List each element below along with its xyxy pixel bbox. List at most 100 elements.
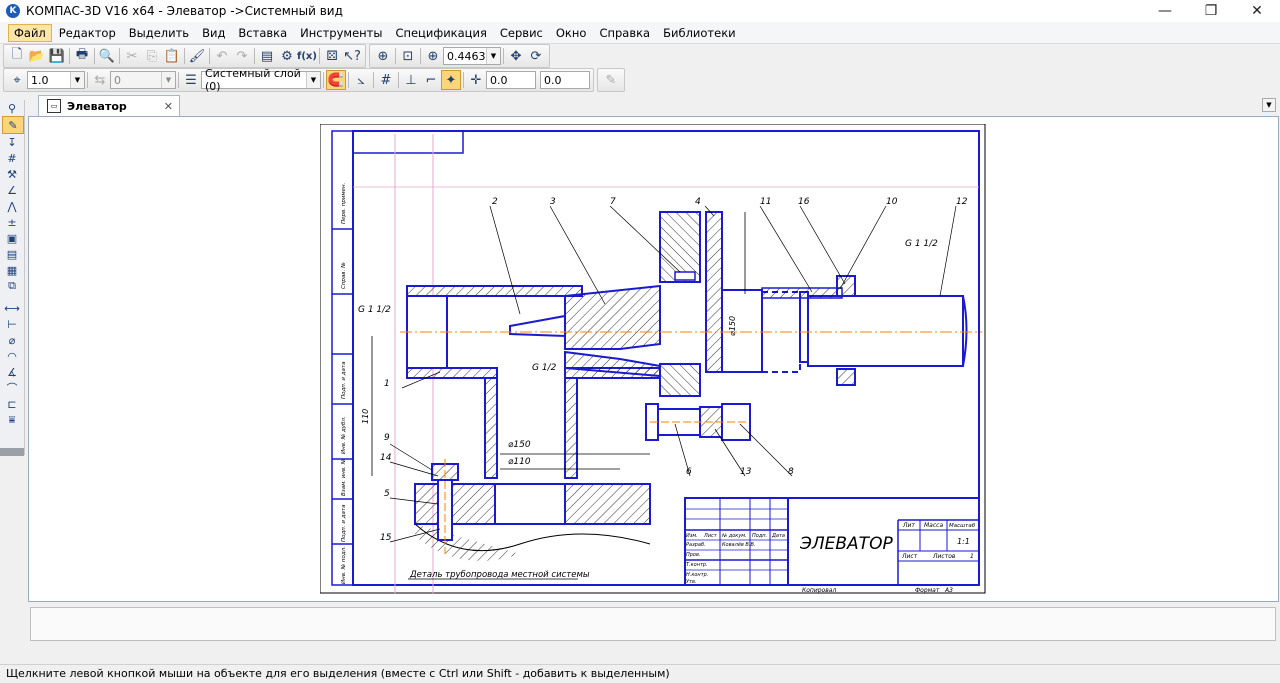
dim-150: ⌀150: [508, 440, 531, 450]
maximize-button[interactable]: ❐: [1188, 0, 1234, 22]
cursor-coords-icon[interactable]: ✛: [466, 70, 486, 90]
baseline-dim-icon[interactable]: ⊢: [2, 316, 22, 332]
select-icon[interactable]: ⋀: [2, 198, 22, 214]
grid-icon[interactable]: #: [376, 70, 396, 90]
minimize-button[interactable]: —: [1142, 0, 1188, 22]
mass-header: Масса: [924, 522, 943, 529]
tab-list-icon[interactable]: ▼: [1262, 98, 1276, 112]
style-value: 1.0: [31, 73, 49, 87]
parametrization-icon[interactable]: ⚒: [2, 166, 22, 182]
coord-x-field[interactable]: 0.0: [486, 71, 536, 89]
manager-icon[interactable]: ▤: [257, 46, 277, 66]
standard-toolbar: 🗋 📂 💾 🖶 🔍 ✂ ⎘ 📋 🖌 ↶ ↷ ▤ ⚙ f(x) ⚄ ↖? ⊕ ⊡ …: [0, 44, 1280, 68]
edit-icon[interactable]: ✎: [2, 116, 24, 134]
layer-name: Системный слой (0): [205, 67, 301, 93]
open-file-icon[interactable]: 📂: [27, 46, 47, 66]
menu-help[interactable]: Справка: [593, 24, 656, 42]
views-icon[interactable]: ⧉: [2, 278, 22, 294]
menu-tools[interactable]: Инструменты: [294, 24, 388, 42]
menu-file[interactable]: Файл: [8, 23, 52, 42]
dimensions-icon[interactable]: ↧: [2, 134, 22, 150]
menu-editor[interactable]: Редактор: [53, 24, 122, 42]
current-style-icon[interactable]: ⌖: [7, 70, 27, 90]
print-icon[interactable]: 🖶: [72, 46, 92, 66]
tab-elevator[interactable]: ▭ Элеватор ✕: [38, 95, 180, 116]
new-file-icon[interactable]: 🗋: [7, 46, 27, 66]
variables-icon[interactable]: f(x): [297, 46, 317, 66]
compact-panel: ⚲ ✎ ↧ # ⚒ ∠ ⋀ ± ▣ ▤ ▦ ⧉ ⟷ ⊢ ⌀ ◠ ∡ ⌒ ⊏ ⩸: [0, 100, 25, 455]
copied-label: Копировал: [802, 587, 836, 594]
redo-icon[interactable]: ↷: [232, 46, 252, 66]
layer-state-icon[interactable]: ⇆: [90, 70, 110, 90]
zoom-scale-combo[interactable]: 0.4463 ▼: [443, 47, 501, 65]
row-izm: Изм.: [686, 533, 698, 539]
side-label-inv: Инв. № подл.: [341, 546, 347, 584]
properties-icon[interactable]: ✎: [601, 70, 621, 90]
coordinate-system-icon[interactable]: ⊥: [401, 70, 421, 90]
copy-icon[interactable]: ⎘: [142, 46, 162, 66]
layer-number-combo[interactable]: 0 ▼: [110, 71, 176, 89]
ortho-icon[interactable]: ⌐: [421, 70, 441, 90]
undo-icon[interactable]: ↶: [212, 46, 232, 66]
save-icon[interactable]: 💾: [47, 46, 67, 66]
layers-icon[interactable]: ☰: [181, 70, 201, 90]
diameter-icon[interactable]: ⌀: [2, 332, 22, 348]
close-button[interactable]: ✕: [1234, 0, 1280, 22]
coord-y-field[interactable]: 0.0: [540, 71, 590, 89]
zoom-in-icon[interactable]: ⊕: [423, 46, 443, 66]
menu-specification[interactable]: Спецификация: [389, 24, 492, 42]
round-icon[interactable]: ✦: [441, 70, 461, 90]
cut-icon[interactable]: ✂: [122, 46, 142, 66]
layer-number-value: 0: [114, 73, 121, 87]
radius-icon[interactable]: ◠: [2, 348, 22, 364]
library-icon[interactable]: ⚙: [277, 46, 297, 66]
menu-insert[interactable]: Вставка: [232, 24, 293, 42]
spec-icon[interactable]: ±: [2, 214, 22, 230]
help-pointer-icon[interactable]: ↖?: [342, 46, 362, 66]
drawing-canvas[interactable]: G 1 1/2 G 1/2 G 1 1/2 ⌀150 ⌀150 ⌀110 110…: [28, 116, 1279, 602]
paste-icon[interactable]: 📋: [162, 46, 182, 66]
auto-dim-icon[interactable]: ⩸: [2, 412, 22, 428]
drawing-sheet[interactable]: G 1 1/2 G 1/2 G 1 1/2 ⌀150 ⌀150 ⌀110 110…: [320, 124, 986, 594]
arc-dim-icon[interactable]: ⌒: [2, 380, 22, 396]
format-brush-icon[interactable]: 🖌: [187, 46, 207, 66]
magnet-snap-icon[interactable]: 🧲: [326, 70, 346, 90]
parameters-panel[interactable]: [30, 607, 1276, 641]
balloon-1: 1: [384, 379, 390, 389]
menu-view[interactable]: Вид: [196, 24, 231, 42]
chevron-down-icon[interactable]: ▼: [70, 72, 84, 88]
angle-dim-icon[interactable]: ∡: [2, 364, 22, 380]
insert-icon[interactable]: ▤: [2, 246, 22, 262]
local-snap-icon[interactable]: ⦣: [351, 70, 371, 90]
linear-dim-icon[interactable]: ⟷: [2, 300, 22, 316]
pan-icon[interactable]: ✥: [506, 46, 526, 66]
chevron-down-icon[interactable]: ▼: [161, 72, 175, 88]
coord-x-value: 0.0: [490, 73, 508, 87]
snaps-icon[interactable]: ⚄: [322, 46, 342, 66]
measure-icon[interactable]: ∠: [2, 182, 22, 198]
refresh-icon[interactable]: ⟳: [526, 46, 546, 66]
app-logo-icon: K: [6, 4, 20, 18]
side-label-first-use: Перв. примен.: [341, 182, 347, 224]
zoom-all-icon[interactable]: ⊡: [398, 46, 418, 66]
zoom-window-icon[interactable]: ⊕: [373, 46, 393, 66]
fragment-icon[interactable]: ▦: [2, 262, 22, 278]
coord-y-value: 0.0: [544, 73, 562, 87]
menu-libraries[interactable]: Библиотеки: [657, 24, 742, 42]
designations-icon[interactable]: #: [2, 150, 22, 166]
tab-close-icon[interactable]: ✕: [164, 100, 173, 113]
break-dim-icon[interactable]: ⊏: [2, 396, 22, 412]
menu-window[interactable]: Окно: [550, 24, 593, 42]
menu-service[interactable]: Сервис: [494, 24, 549, 42]
side-label-dup: Инв. № дубл.: [341, 416, 347, 454]
style-combo[interactable]: 1.0 ▼: [27, 71, 85, 89]
menu-select[interactable]: Выделить: [123, 24, 195, 42]
chevron-down-icon[interactable]: ▼: [306, 72, 320, 88]
layer-combo[interactable]: Системный слой (0) ▼: [201, 67, 321, 93]
preview-icon[interactable]: 🔍: [97, 46, 117, 66]
panel-grip[interactable]: [0, 448, 24, 456]
chevron-down-icon[interactable]: ▼: [486, 48, 500, 64]
balloon-2: 2: [492, 197, 498, 207]
reports-icon[interactable]: ▣: [2, 230, 22, 246]
geometry-icon[interactable]: ⚲: [2, 100, 22, 116]
